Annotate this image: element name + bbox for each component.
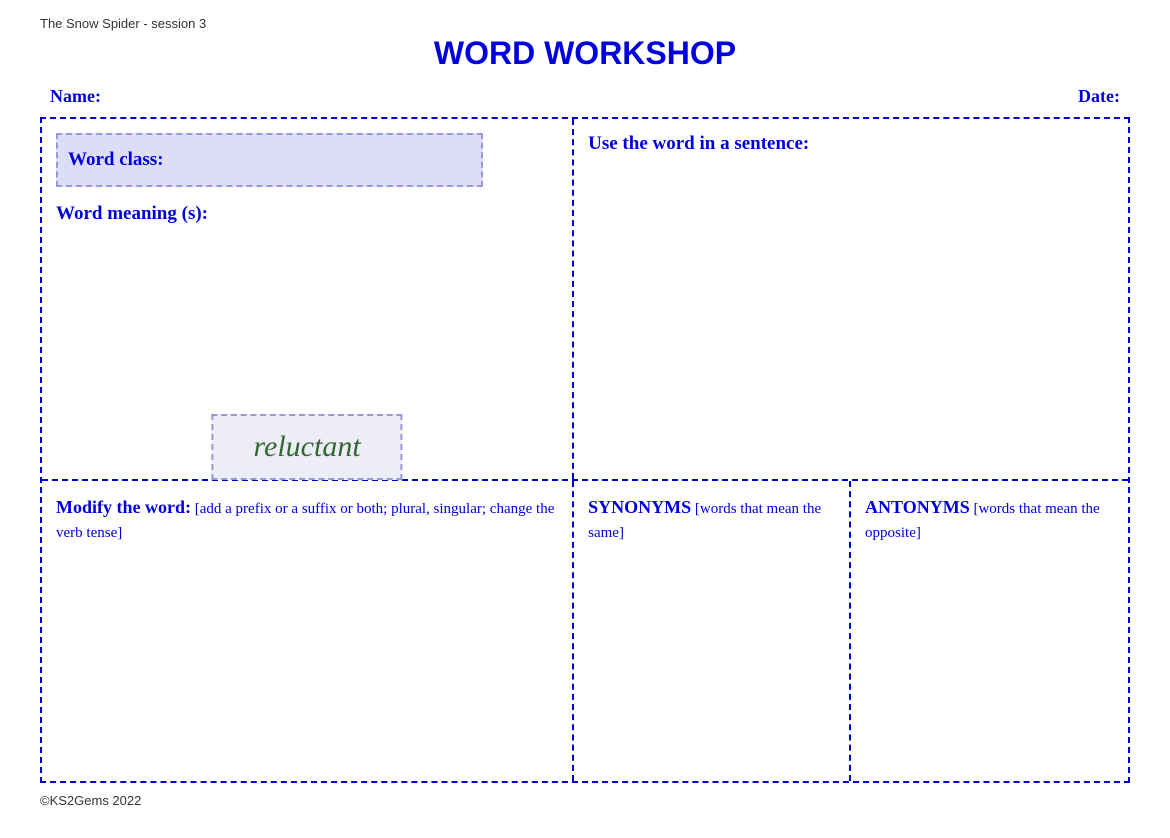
synonyms-bold: SYNONYMS — [588, 497, 691, 517]
antonyms-bold: ANTONYMS — [865, 497, 970, 517]
right-panel: Use the word in a sentence: — [574, 119, 1128, 479]
antonyms-label: ANTONYMS [words that mean the opposite] — [865, 495, 1114, 544]
use-sentence-label: Use the word in a sentence: — [588, 133, 809, 154]
top-row: Word class: Word meaning (s): reluctant … — [42, 119, 1128, 481]
word-class-label: Word class: — [68, 149, 164, 170]
footer-copyright: ©KS2Gems 2022 — [40, 793, 1130, 808]
antonyms-panel: ANTONYMS [words that mean the opposite] — [851, 481, 1128, 781]
word-meaning-label: Word meaning (s): — [56, 203, 558, 225]
synonyms-label: SYNONYMS [words that mean the same] — [588, 495, 835, 544]
session-label: The Snow Spider - session 3 — [40, 16, 206, 31]
center-word-container: reluctant — [211, 414, 402, 480]
date-label: Date: — [1078, 86, 1120, 107]
bottom-left-panel: Modify the word: [add a prefix or a suff… — [42, 481, 574, 781]
bottom-row: Modify the word: [add a prefix or a suff… — [42, 481, 1128, 781]
word-class-box: Word class: — [56, 133, 483, 187]
center-word: reluctant — [253, 430, 360, 463]
left-panel: Word class: Word meaning (s): reluctant — [42, 119, 574, 479]
center-word-box: reluctant — [211, 414, 402, 480]
name-label: Name: — [50, 86, 101, 107]
main-title: WORD WORKSHOP — [40, 35, 1130, 72]
synonyms-panel: SYNONYMS [words that mean the same] — [574, 481, 851, 781]
modify-label: Modify the word: [add a prefix or a suff… — [56, 495, 558, 544]
main-container: Word class: Word meaning (s): reluctant … — [40, 117, 1130, 783]
modify-bold: Modify the word: — [56, 497, 191, 517]
